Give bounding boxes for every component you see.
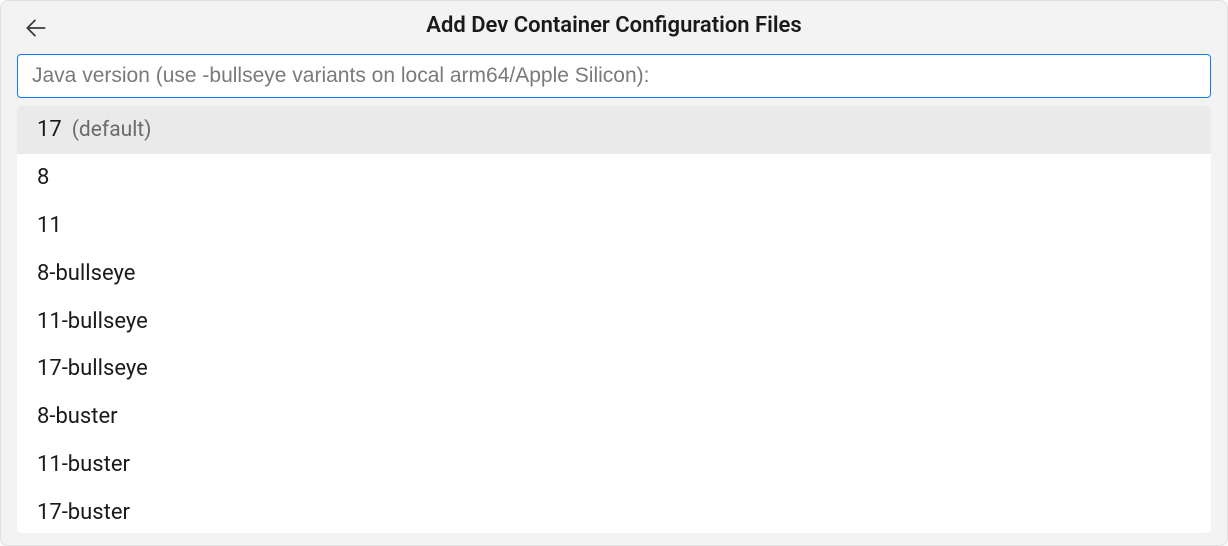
dialog-title: Add Dev Container Configuration Files [19,13,1209,38]
version-input[interactable] [17,54,1211,98]
list-item[interactable]: 8-buster [17,393,1211,441]
option-label: 11 [37,210,62,242]
list-item[interactable]: 11 [17,202,1211,250]
options-list: 17 (default) 8 11 8-bullseye 11-bullseye 17-bu… [17,106,1211,533]
list-item[interactable]: 8 [17,154,1211,202]
input-row [1,48,1227,106]
option-label: 17 [37,114,62,146]
list-item[interactable]: 8-bullseye [17,250,1211,298]
option-label: 8 [37,162,49,194]
option-label: 8-bullseye [37,258,135,290]
option-label: 11-buster [37,449,130,481]
list-item[interactable]: 11-buster [17,441,1211,489]
option-label: 11-bullseye [37,306,148,338]
arrow-left-icon [23,15,49,45]
list-item[interactable]: 17-buster [17,489,1211,533]
list-item[interactable]: 11-bullseye [17,298,1211,346]
option-suffix: (default) [72,115,152,145]
option-label: 17-bullseye [37,353,148,385]
list-item[interactable]: 17-bullseye [17,345,1211,393]
quickpick-panel: Add Dev Container Configuration Files 17… [0,0,1228,546]
back-button[interactable] [23,15,49,45]
list-item[interactable]: 17 (default) [17,106,1211,154]
option-label: 17-buster [37,497,130,529]
header: Add Dev Container Configuration Files [1,1,1227,48]
option-label: 8-buster [37,401,118,433]
